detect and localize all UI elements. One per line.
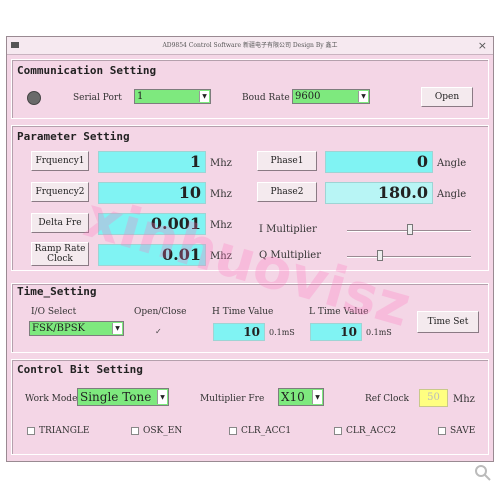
zoom-icon[interactable] xyxy=(474,464,492,482)
chevron-down-icon[interactable]: ▼ xyxy=(112,323,122,334)
frequency1-unit: Mhz xyxy=(210,158,232,169)
time-title: Time_Setting xyxy=(17,285,97,298)
work-mode-select[interactable]: Single Tone ▼ xyxy=(77,388,169,406)
parameter-title: Parameter Setting xyxy=(17,130,130,143)
main-window: AD9854 Control Software 新疆电子有限公司 Design … xyxy=(6,36,494,462)
delta-frequency-unit: Mhz xyxy=(210,220,232,231)
close-icon[interactable]: × xyxy=(478,39,487,52)
communication-title: Communication Setting xyxy=(17,64,157,77)
q-multiplier-label: Q Multiplier xyxy=(259,250,321,261)
ref-clock-unit: Mhz xyxy=(453,394,475,405)
clr-acc2-checkbox[interactable] xyxy=(334,427,342,435)
io-select-label: I/O Select xyxy=(31,307,77,317)
io-select-dropdown[interactable]: FSK/BPSK ▼ xyxy=(29,321,124,336)
work-mode-label: Work Mode xyxy=(25,394,78,404)
l-time-input[interactable]: 10 xyxy=(310,323,362,341)
h-time-unit: 0.1mS xyxy=(269,328,295,337)
chevron-down-icon[interactable]: ▼ xyxy=(358,91,368,102)
control-title: Control Bit Setting xyxy=(17,363,143,376)
frequency1-button[interactable]: Frquency1 xyxy=(31,151,89,171)
multiplier-fre-label: Multiplier Fre xyxy=(200,394,265,404)
chevron-down-icon[interactable]: ▼ xyxy=(157,390,167,404)
osk-en-checkbox[interactable] xyxy=(131,427,139,435)
i-multiplier-slider-thumb[interactable] xyxy=(407,224,413,235)
multiplier-fre-value: X10 xyxy=(281,390,305,404)
clr-acc2-label: CLR_ACC2 xyxy=(346,426,397,436)
frequency2-input[interactable]: 10 xyxy=(98,182,206,204)
open-button[interactable]: Open xyxy=(421,87,473,107)
h-time-input[interactable]: 10 xyxy=(213,323,265,341)
work-mode-value: Single Tone xyxy=(80,390,152,404)
chevron-down-icon[interactable]: ▼ xyxy=(312,390,322,404)
open-close-label: Open/Close xyxy=(134,307,187,317)
phase1-unit: Angle xyxy=(437,158,467,169)
triangle-label: TRIANGLE xyxy=(39,426,90,436)
delta-frequency-input[interactable]: 0.001 xyxy=(98,213,206,235)
clr-acc1-label: CLR_ACC1 xyxy=(241,426,292,436)
phase1-input[interactable]: 0 xyxy=(325,151,433,173)
l-time-label: L Time Value xyxy=(309,307,369,317)
save-label: SAVE xyxy=(450,426,476,436)
frequency1-input[interactable]: 1 xyxy=(98,151,206,173)
chevron-down-icon[interactable]: ▼ xyxy=(199,91,209,102)
frequency2-button[interactable]: Frquency2 xyxy=(31,182,89,202)
osk-en-label: OSK_EN xyxy=(143,426,183,436)
phase2-button[interactable]: Phase2 xyxy=(257,182,317,202)
triangle-checkbox[interactable] xyxy=(27,427,35,435)
serial-port-value: 1 xyxy=(137,91,144,102)
h-time-label: H Time Value xyxy=(212,307,274,317)
q-multiplier-slider-track[interactable] xyxy=(347,256,471,258)
i-multiplier-label: I Multiplier xyxy=(259,224,317,235)
clr-acc1-checkbox[interactable] xyxy=(229,427,237,435)
open-close-checkbox[interactable]: ✓ xyxy=(155,327,162,336)
frequency2-unit: Mhz xyxy=(210,189,232,200)
title-bar: AD9854 Control Software 新疆电子有限公司 Design … xyxy=(7,37,493,55)
ref-clock-label: Ref Clock xyxy=(365,394,409,404)
multiplier-fre-select[interactable]: X10 ▼ xyxy=(278,388,324,406)
io-select-value: FSK/BPSK xyxy=(32,323,86,334)
connection-status-indicator xyxy=(27,91,41,105)
window-title: AD9854 Control Software 新疆电子有限公司 Design … xyxy=(162,42,338,49)
l-time-unit: 0.1mS xyxy=(366,328,392,337)
ramp-rate-clock-unit: Mhz xyxy=(210,251,232,262)
phase2-input[interactable]: 180.0 xyxy=(325,182,433,204)
ramp-rate-clock-input[interactable]: 0.01 xyxy=(98,244,206,266)
baud-rate-label: Boud Rate xyxy=(242,93,290,103)
time-set-button[interactable]: Time Set xyxy=(417,311,479,333)
serial-port-select[interactable]: 1 ▼ xyxy=(134,89,211,104)
phase1-button[interactable]: Phase1 xyxy=(257,151,317,171)
baud-rate-select[interactable]: 9600 ▼ xyxy=(292,89,370,104)
ref-clock-input[interactable]: 50 xyxy=(419,389,448,407)
baud-rate-value: 9600 xyxy=(295,91,321,102)
delta-frequency-button[interactable]: Delta Fre xyxy=(31,213,89,233)
ramp-rate-clock-button[interactable]: Ramp Rate Clock xyxy=(31,242,89,266)
save-checkbox[interactable] xyxy=(438,427,446,435)
q-multiplier-slider-thumb[interactable] xyxy=(377,250,383,261)
serial-port-label: Serial Port xyxy=(73,93,122,103)
phase2-unit: Angle xyxy=(437,189,467,200)
